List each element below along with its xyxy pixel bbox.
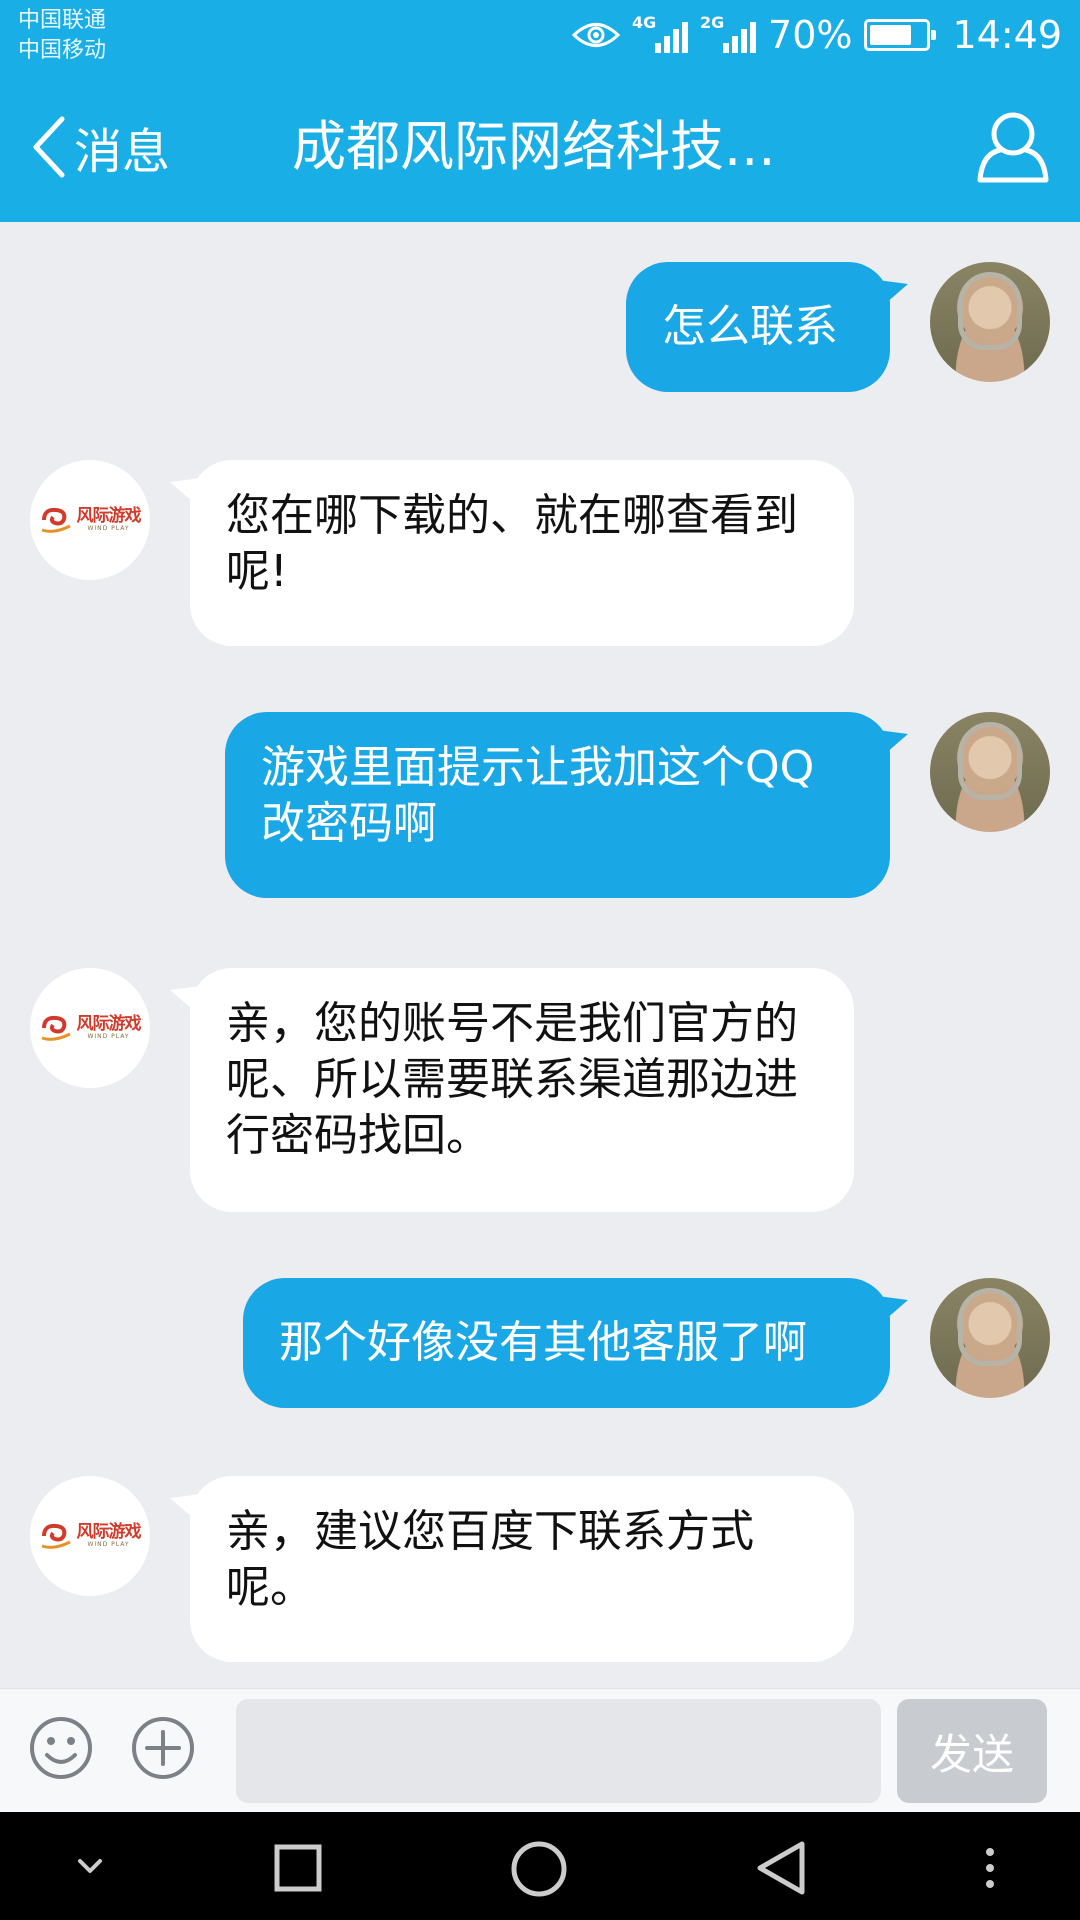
message-bubble-outgoing[interactable]: 游戏里面提示让我加这个QQ改密码啊 — [225, 712, 890, 898]
wind-play-logo: 风际游戏 WIND PLAY — [40, 506, 142, 534]
logo-text-en: WIND PLAY — [87, 1033, 130, 1040]
swirl-logo-icon — [41, 1015, 71, 1041]
message-text: 亲，您的账号不是我们官方的呢、所以需要联系渠道那边进行密码找回。 — [226, 998, 798, 1161]
more-icon[interactable] — [982, 1844, 998, 1892]
carrier-2: 中国移动 — [18, 38, 107, 63]
message-bubble-incoming[interactable]: 您在哪下载的、就在哪查看到呢! — [190, 460, 854, 646]
battery-icon — [864, 19, 937, 51]
message-text: 那个好像没有其他客服了啊 — [279, 1317, 807, 1368]
user-avatar[interactable] — [930, 712, 1050, 832]
network-type-2: 2G — [700, 13, 725, 32]
battery-percent: 70% — [768, 13, 853, 57]
signal-2-icon: 2G — [700, 13, 757, 57]
wind-play-logo: 风际游戏 WIND PLAY — [40, 1014, 142, 1042]
square-icon[interactable] — [274, 1844, 322, 1892]
message-text: 怎么联系 — [662, 301, 838, 352]
back-button[interactable]: 消息 — [28, 110, 170, 184]
status-bar: 中国联通 中国移动 4G 2G 70% 14:49 — [0, 0, 1080, 72]
user-avatar[interactable] — [930, 1278, 1050, 1398]
network-type-1: 4G — [632, 13, 657, 32]
input-bar: 发送 — [0, 1688, 1080, 1812]
message-text: 亲，建议您百度下联系方式呢。 — [226, 1506, 754, 1613]
plus-icon[interactable] — [130, 1715, 196, 1781]
send-button[interactable]: 发送 — [897, 1699, 1047, 1803]
shop-avatar[interactable]: 风际游戏 WIND PLAY — [30, 1476, 150, 1596]
message-bubble-outgoing[interactable]: 那个好像没有其他客服了啊 — [243, 1278, 890, 1408]
swirl-logo-icon — [41, 1523, 71, 1549]
message-text: 游戏里面提示让我加这个QQ改密码啊 — [261, 742, 815, 849]
shop-avatar[interactable]: 风际游戏 WIND PLAY — [30, 460, 150, 580]
title-bar: 消息 成都风际网络科技... — [0, 72, 1080, 222]
message-input[interactable] — [236, 1699, 881, 1803]
circle-icon[interactable] — [510, 1840, 568, 1898]
message-text: 您在哪下载的、就在哪查看到呢! — [226, 490, 798, 597]
carrier-info: 中国联通 中国移动 — [18, 6, 106, 66]
logo-text-cn: 风际游戏 — [76, 506, 142, 526]
carrier-1: 中国联通 — [18, 8, 107, 33]
wind-play-logo: 风际游戏 WIND PLAY — [40, 1522, 142, 1550]
signal-1-icon: 4G — [632, 13, 689, 57]
message-bubble-incoming[interactable]: 亲，您的账号不是我们官方的呢、所以需要联系渠道那边进行密码找回。 — [190, 968, 854, 1212]
user-avatar[interactable] — [930, 262, 1050, 382]
swirl-logo-icon — [41, 507, 71, 533]
back-label: 消息 — [74, 124, 171, 180]
eye-icon — [572, 23, 621, 47]
chevron-down-icon[interactable] — [72, 1848, 108, 1884]
shop-avatar[interactable]: 风际游戏 WIND PLAY — [30, 968, 150, 1088]
system-nav-bar — [0, 1812, 1080, 1920]
page-title: 成都风际网络科技... — [292, 115, 776, 178]
chat-area[interactable]: 怎么联系 风际游戏 WIND PLAY 您在哪下载的、就在哪查看到呢! 游戏里面… — [0, 222, 1080, 1688]
smiley-icon[interactable] — [28, 1715, 94, 1781]
back-triangle-icon[interactable] — [754, 1840, 808, 1896]
status-icons: 4G 2G 70% 14:49 — [572, 10, 1062, 60]
message-bubble-outgoing[interactable]: 怎么联系 — [626, 262, 890, 392]
logo-text-cn: 风际游戏 — [76, 1522, 142, 1542]
chevron-left-icon — [33, 116, 65, 178]
logo-text-cn: 风际游戏 — [76, 1014, 142, 1034]
logo-text-en: WIND PLAY — [87, 1541, 130, 1548]
profile-icon[interactable] — [976, 108, 1050, 184]
logo-text-en: WIND PLAY — [87, 525, 130, 532]
clock: 14:49 — [952, 13, 1062, 57]
message-bubble-incoming[interactable]: 亲，建议您百度下联系方式呢。 — [190, 1476, 854, 1662]
